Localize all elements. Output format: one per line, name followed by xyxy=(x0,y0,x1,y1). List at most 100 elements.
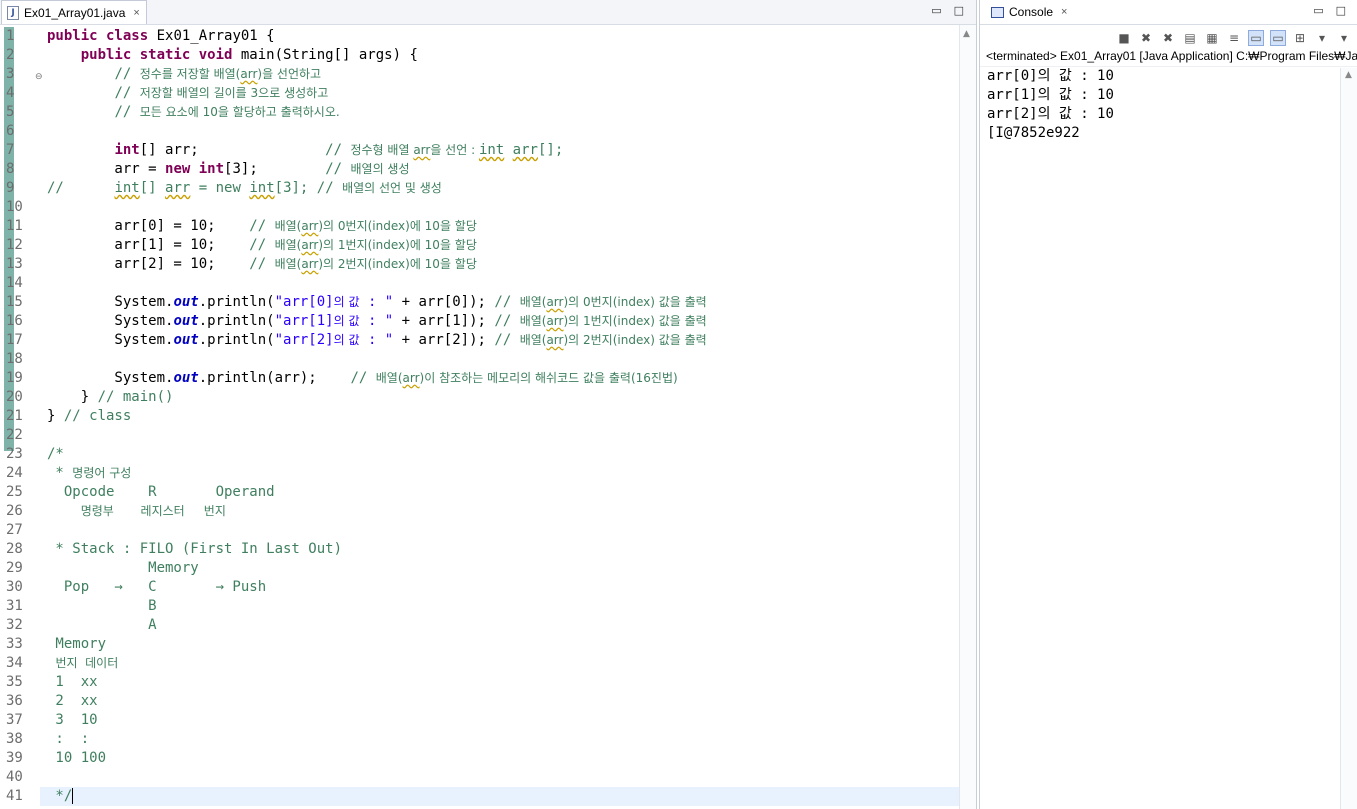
line-number: 22 xyxy=(6,427,23,443)
line-number: 10 xyxy=(6,199,23,215)
line-number: 36 xyxy=(6,693,23,709)
console-toolbar: ■ ✖ ✖ ▤ ▦ ≡ ▭ ▭ ⊞ ▾ ▾ xyxy=(980,27,1357,49)
line-number: 9 xyxy=(6,180,15,196)
code-line[interactable]: Opcode R Operand xyxy=(47,483,275,502)
remove-all-icon[interactable]: ✖ xyxy=(1160,30,1176,46)
line-number: 5 xyxy=(6,104,15,120)
line-number: 13 xyxy=(6,256,23,272)
line-number: 8 xyxy=(6,161,15,177)
open-console-icon[interactable]: ▾ xyxy=(1336,30,1352,46)
code-line[interactable]: public static void main(String[] args) { xyxy=(47,46,418,65)
line-number: 17 xyxy=(6,332,23,348)
tab-title: Ex01_Array01.java xyxy=(24,5,126,20)
code-line[interactable]: // 저장할 배열의 길이를 3으로 생성하고 xyxy=(47,84,328,103)
line-number: 21 xyxy=(6,408,23,424)
tab-ex01-array01-java[interactable]: J Ex01_Array01.java × xyxy=(1,0,147,24)
terminate-icon[interactable]: ■ xyxy=(1116,30,1132,46)
console-vertical-scrollbar[interactable]: ▲ xyxy=(1340,68,1357,809)
fold-collapse-icon[interactable]: ⊖ xyxy=(35,72,43,82)
line-number: 25 xyxy=(6,484,23,500)
code-line[interactable]: : : xyxy=(47,730,89,749)
code-line[interactable]: 1 xx xyxy=(47,673,97,692)
code-line[interactable]: Pop → C → Push xyxy=(47,578,266,597)
minimize-icon[interactable]: ▭ xyxy=(931,4,941,17)
code-line[interactable]: arr[0] = 10; // 배열(arr)의 0번지(index)에 10을… xyxy=(47,217,476,236)
code-line[interactable]: 10 100 xyxy=(47,749,106,768)
code-line[interactable]: */ xyxy=(47,787,74,806)
code-line[interactable]: System.out.println(arr); // 배열(arr)이 참조하… xyxy=(47,369,677,388)
code-line[interactable]: arr[1] = 10; // 배열(arr)의 1번지(index)에 10을… xyxy=(47,236,476,255)
line-number: 20 xyxy=(6,389,23,405)
scroll-up-icon[interactable]: ▲ xyxy=(1345,70,1352,80)
line-number: 18 xyxy=(6,351,23,367)
code-line[interactable]: Memory xyxy=(47,559,199,578)
line-number: 7 xyxy=(6,142,15,158)
line-number: 31 xyxy=(6,598,23,614)
close-icon[interactable]: × xyxy=(133,7,139,19)
code-line[interactable]: 2 xx xyxy=(47,692,97,711)
code-line[interactable]: } // main() xyxy=(47,388,174,407)
maximize-icon[interactable]: □ xyxy=(1336,4,1346,17)
code-line[interactable]: /* xyxy=(47,445,64,464)
line-number: 39 xyxy=(6,750,23,766)
code-line[interactable]: System.out.println("arr[1]의 값 : " + arr[… xyxy=(47,312,706,331)
line-number: 14 xyxy=(6,275,23,291)
remove-launch-icon[interactable]: ✖ xyxy=(1138,30,1154,46)
line-number: 15 xyxy=(6,294,23,310)
console-output[interactable]: arr[0]의 값 : 10 arr[1]의 값 : 10 arr[2]의 값 … xyxy=(987,67,1114,143)
editor-tabbar: J Ex01_Array01.java × ▭ □ xyxy=(0,0,976,25)
code-line[interactable]: * Stack : FILO (First In Last Out) xyxy=(47,540,342,559)
line-number: 28 xyxy=(6,541,23,557)
line-number: 23 xyxy=(6,446,23,462)
code-line[interactable]: A xyxy=(47,616,156,635)
maximize-icon[interactable]: □ xyxy=(954,4,964,17)
code-line[interactable]: 번지 데이터 xyxy=(47,654,118,673)
close-icon[interactable]: × xyxy=(1061,6,1067,18)
console-icon xyxy=(991,6,1004,18)
display-console-icon[interactable]: ▾ xyxy=(1314,30,1330,46)
line-number: 12 xyxy=(6,237,23,253)
line-number: 30 xyxy=(6,579,23,595)
clear-console-icon[interactable]: ▤ xyxy=(1182,30,1198,46)
code-line[interactable]: // 정수를 저장할 배열(arr)을 선언하고 xyxy=(47,65,321,84)
line-number: 34 xyxy=(6,655,23,671)
code-line[interactable]: 명령부 레지스터 번지 xyxy=(47,502,226,521)
line-number: 41 xyxy=(6,788,23,804)
show-on-stderr-icon[interactable]: ▭ xyxy=(1270,30,1286,46)
code-line[interactable]: B xyxy=(47,597,156,616)
line-number: 27 xyxy=(6,522,23,538)
console-output-line: arr[2]의 값 : 10 xyxy=(987,106,1114,122)
word-wrap-icon[interactable]: ≡ xyxy=(1226,30,1242,46)
code-line[interactable]: Memory xyxy=(47,635,106,654)
code-line[interactable]: System.out.println("arr[0]의 값 : " + arr[… xyxy=(47,293,706,312)
line-number: 2 xyxy=(6,47,15,63)
code-editor[interactable]: ⊖ 1 public class Ex01_Array01 {2 public s… xyxy=(0,25,960,809)
line-number: 32 xyxy=(6,617,23,633)
code-line[interactable]: // int[] arr = new int[3]; // 배열의 선언 및 생… xyxy=(47,179,442,198)
show-on-stdout-icon[interactable]: ▭ xyxy=(1248,30,1264,46)
scroll-lock-icon[interactable]: ▦ xyxy=(1204,30,1220,46)
code-line[interactable]: arr = new int[3]; // 배열의 생성 xyxy=(47,160,409,179)
line-number: 26 xyxy=(6,503,23,519)
minimize-icon[interactable]: ▭ xyxy=(1313,4,1323,17)
code-line[interactable]: * 명령어 구성 xyxy=(47,464,131,483)
code-line[interactable]: arr[2] = 10; // 배열(arr)의 2번지(index)에 10을… xyxy=(47,255,476,274)
line-number: 4 xyxy=(6,85,15,101)
tab-console[interactable]: Console × xyxy=(986,0,1074,24)
editor-vertical-scrollbar[interactable]: ▲ xyxy=(959,25,976,809)
code-line[interactable]: } // class xyxy=(47,407,131,426)
current-line-highlight xyxy=(40,787,960,806)
terminated-status: <terminated> Ex01_Array01 [Java Applicat… xyxy=(986,49,1357,63)
java-file-icon: J xyxy=(7,5,19,20)
code-line[interactable]: int[] arr; // 정수형 배열 arr을 선언 : int arr[]… xyxy=(47,141,563,160)
pin-console-icon[interactable]: ⊞ xyxy=(1292,30,1308,46)
line-number: 6 xyxy=(6,123,15,139)
code-line[interactable]: // 모든 요소에 10을 할당하고 출력하시오. xyxy=(47,103,339,122)
code-line[interactable]: System.out.println("arr[2]의 값 : " + arr[… xyxy=(47,331,706,350)
scroll-up-icon[interactable]: ▲ xyxy=(963,29,970,39)
line-number: 19 xyxy=(6,370,23,386)
code-line[interactable]: 3 10 xyxy=(47,711,97,730)
line-number: 37 xyxy=(6,712,23,728)
line-number: 16 xyxy=(6,313,23,329)
code-line[interactable]: public class Ex01_Array01 { xyxy=(47,27,275,46)
